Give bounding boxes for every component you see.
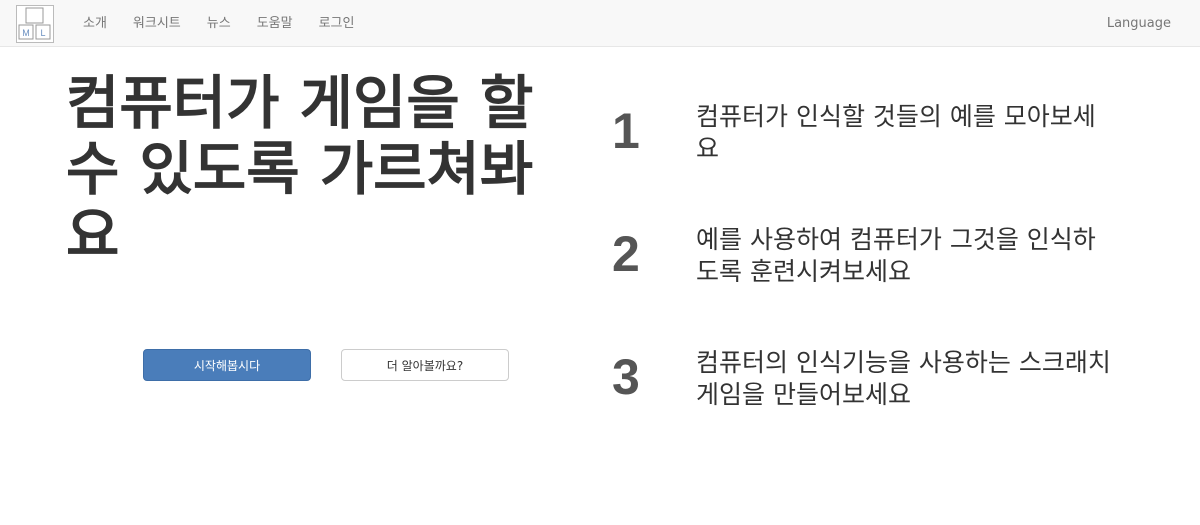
nav-link-help[interactable]: 도움말 bbox=[244, 0, 306, 47]
get-started-button[interactable]: 시작해봅시다 bbox=[143, 349, 311, 381]
step-text: 컴퓨터의 인식기능을 사용하는 스크래치 게임을 만들어보세요 bbox=[696, 348, 1111, 409]
logo-letter-m: M bbox=[22, 28, 30, 38]
step-text: 예를 사용하여 컴퓨터가 그것을 인식하 도록 훈련시켜보세요 bbox=[696, 225, 1096, 286]
language-menu[interactable]: Language bbox=[1107, 0, 1171, 47]
hero-title: 컴퓨터가 게임을 할 수 있도록 가르쳐봐요 bbox=[66, 69, 534, 269]
nav-links: 소개 워크시트 뉴스 도움말 로그인 bbox=[70, 0, 367, 47]
logo-icon[interactable]: M L bbox=[16, 5, 54, 43]
step-text: 컴퓨터가 인식할 것들의 예를 모아보세 요 bbox=[696, 102, 1096, 163]
step-number: 2 bbox=[612, 226, 640, 282]
step-number: 3 bbox=[612, 349, 640, 405]
nav-link-news[interactable]: 뉴스 bbox=[194, 0, 244, 47]
nav-link-about[interactable]: 소개 bbox=[70, 0, 120, 47]
navbar: M L 소개 워크시트 뉴스 도움말 로그인 Language bbox=[0, 0, 1200, 47]
nav-link-login[interactable]: 로그인 bbox=[306, 0, 368, 47]
nav-link-worksheets[interactable]: 워크시트 bbox=[120, 0, 194, 47]
logo-letter-l: L bbox=[40, 28, 45, 38]
step-number: 1 bbox=[612, 103, 640, 159]
learn-more-button[interactable]: 더 알아볼까요? bbox=[341, 349, 509, 381]
